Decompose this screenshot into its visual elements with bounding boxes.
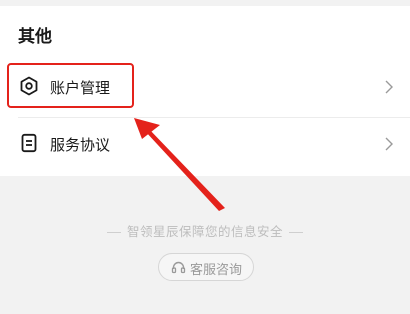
security-notice: 智领星辰保障您的信息安全 <box>0 221 410 240</box>
security-text: 智领星辰保障您的信息安全 <box>126 224 283 239</box>
chevron-right-icon <box>385 80 393 94</box>
document-icon <box>21 133 37 153</box>
highlight-box <box>7 63 134 108</box>
headset-icon <box>171 261 186 274</box>
service-agreement-label: 服务协议 <box>50 136 111 154</box>
section-title: 其他 <box>18 27 52 47</box>
customer-service-button[interactable]: 客服咨询 <box>158 253 254 281</box>
customer-service-label: 客服咨询 <box>190 263 243 278</box>
right-dash <box>289 232 303 233</box>
chevron-right-icon <box>385 137 393 151</box>
left-dash <box>106 232 121 233</box>
service-agreement-row[interactable]: 服务协议 <box>0 117 410 171</box>
